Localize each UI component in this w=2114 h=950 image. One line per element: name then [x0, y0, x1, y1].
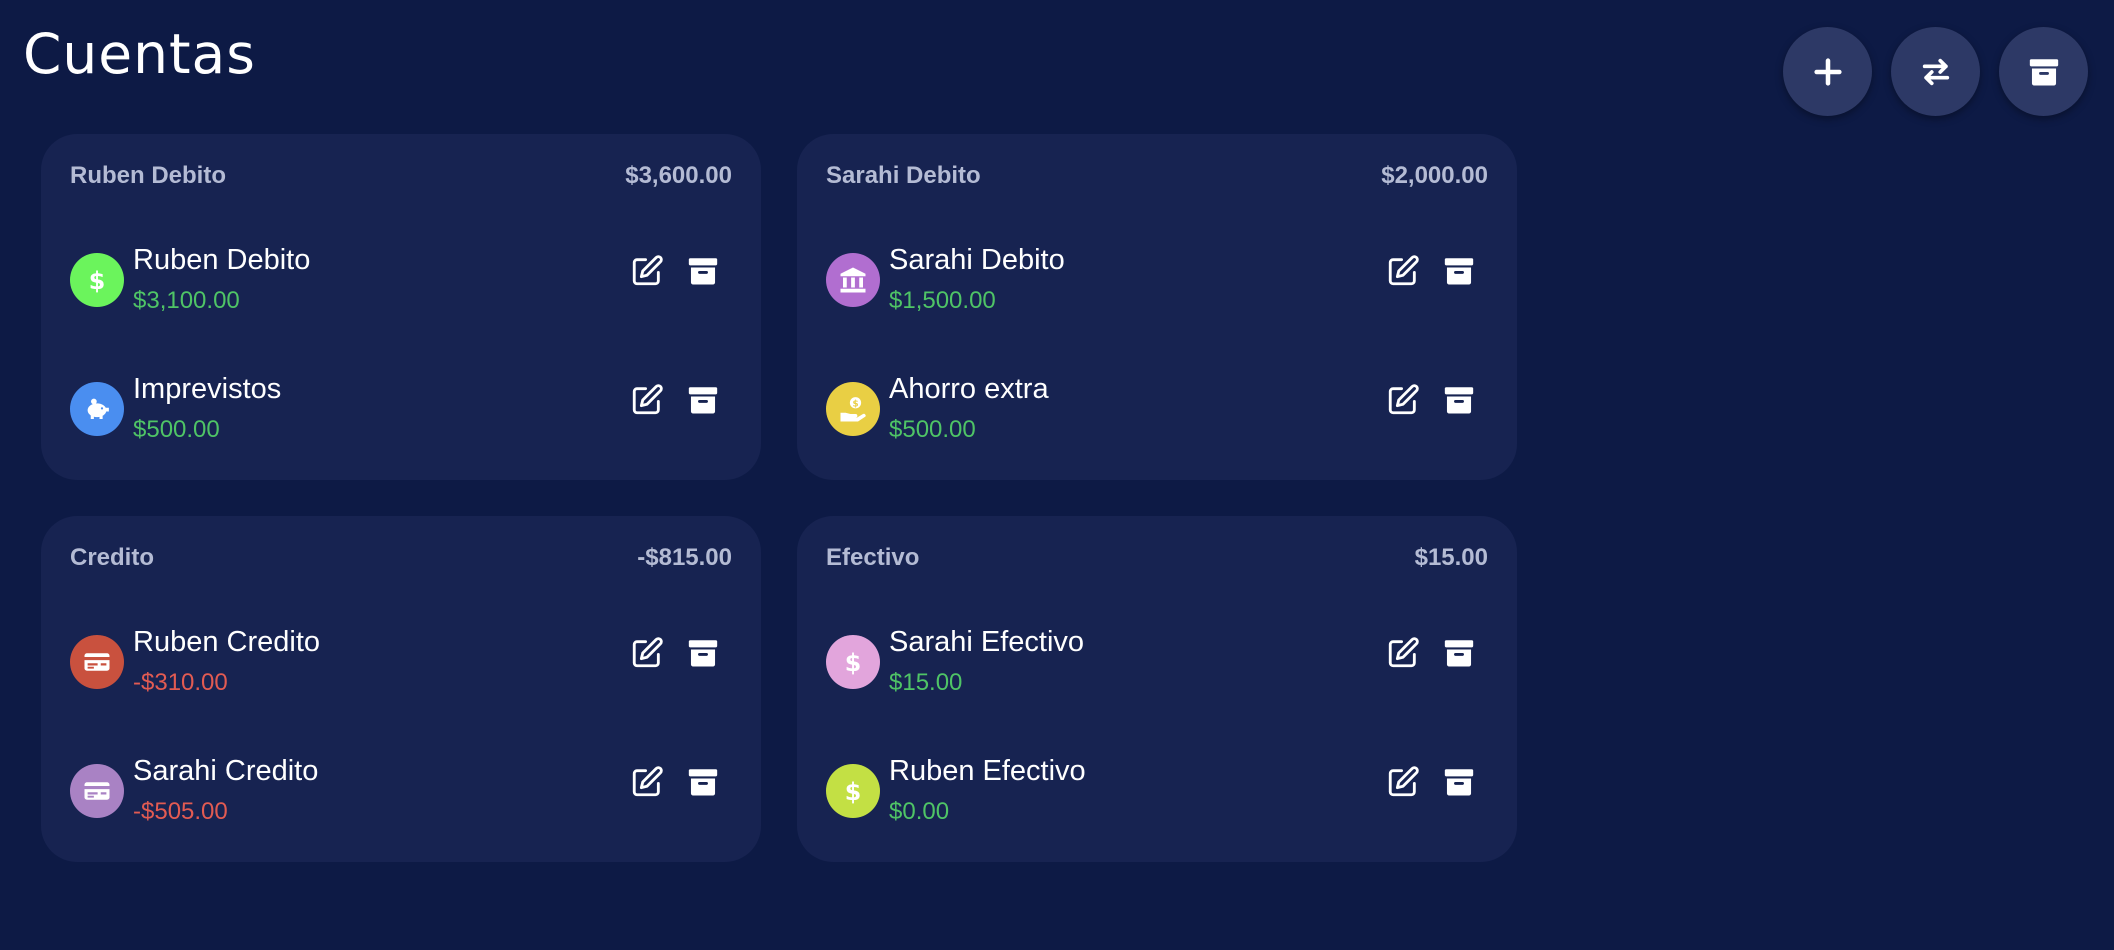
- dollar-icon: $: [70, 253, 124, 307]
- archive-account-button[interactable]: [1442, 636, 1476, 670]
- svg-text:$: $: [845, 778, 862, 806]
- edit-icon: [632, 384, 663, 415]
- toolbar: [1783, 27, 2088, 116]
- account-item: Sarahi Credito -$505.00: [70, 755, 732, 835]
- edit-account-button[interactable]: [630, 383, 664, 417]
- account-item: $ Ruben Debito $3,100.00: [70, 244, 732, 324]
- edit-account-button[interactable]: [1386, 383, 1420, 417]
- archive-icon: [1444, 640, 1474, 667]
- group-name: Ruben Debito: [70, 162, 226, 189]
- archive-account-button[interactable]: [1442, 383, 1476, 417]
- account-name: Ruben Credito: [133, 626, 320, 658]
- account-name: Ahorro extra: [889, 373, 1049, 405]
- group-total: $15.00: [1414, 544, 1488, 571]
- bank-icon: [826, 253, 880, 307]
- edit-account-button[interactable]: [1386, 636, 1420, 670]
- group-name: Credito: [70, 544, 154, 571]
- group-header: Efectivo $15.00: [826, 544, 1488, 572]
- group-name: Sarahi Debito: [826, 162, 981, 189]
- account-group-card: Ruben Debito $3,600.00 $ Ruben Debito $3…: [41, 134, 761, 480]
- archive-icon: [1444, 769, 1474, 796]
- hand-coin-icon: $: [826, 382, 880, 436]
- archive-account-button[interactable]: [686, 254, 720, 288]
- plus-icon: [1813, 57, 1842, 86]
- add-account-button[interactable]: [1783, 27, 1872, 116]
- transfer-button[interactable]: [1891, 27, 1980, 116]
- account-item: $ Ruben Efectivo $0.00: [826, 755, 1488, 835]
- edit-account-button[interactable]: [1386, 765, 1420, 799]
- edit-icon: [1388, 384, 1419, 415]
- account-name: Ruben Efectivo: [889, 755, 1086, 787]
- account-balance: $500.00: [133, 416, 220, 443]
- credit-card-icon: [70, 635, 124, 689]
- archive-account-button[interactable]: [686, 636, 720, 670]
- accounts-page: Cuentas Ruben Debito $3,600.00 $ Ruben D…: [0, 0, 2114, 950]
- dollar-icon: $: [826, 635, 880, 689]
- account-balance: $1,500.00: [889, 287, 996, 314]
- archive-account-button[interactable]: [1442, 254, 1476, 288]
- archive-icon: [688, 387, 718, 414]
- account-item: $ Sarahi Efectivo $15.00: [826, 626, 1488, 706]
- archive-account-button[interactable]: [1442, 765, 1476, 799]
- account-name: Sarahi Debito: [889, 244, 1065, 276]
- account-balance: $3,100.00: [133, 287, 240, 314]
- edit-account-button[interactable]: [630, 636, 664, 670]
- account-balance: -$310.00: [133, 669, 228, 696]
- account-item: $ Ahorro extra $500.00: [826, 373, 1488, 453]
- archive-icon: [1444, 387, 1474, 414]
- svg-text:$: $: [89, 267, 106, 295]
- account-group-card: Credito -$815.00 Ruben Credito -$310.00: [41, 516, 761, 862]
- account-item: Sarahi Debito $1,500.00: [826, 244, 1488, 324]
- account-item: Imprevistos $500.00: [70, 373, 732, 453]
- page-title: Cuentas: [23, 22, 256, 86]
- dollar-icon: $: [826, 764, 880, 818]
- group-header: Ruben Debito $3,600.00: [70, 162, 732, 190]
- group-header: Credito -$815.00: [70, 544, 732, 572]
- archive-icon: [1444, 258, 1474, 285]
- group-total: -$815.00: [637, 544, 732, 571]
- archive-account-button[interactable]: [686, 383, 720, 417]
- edit-icon: [632, 766, 663, 797]
- archive-account-button[interactable]: [686, 765, 720, 799]
- svg-text:$: $: [845, 649, 862, 677]
- account-item: Ruben Credito -$310.00: [70, 626, 732, 706]
- credit-card-icon: [70, 764, 124, 818]
- archived-button[interactable]: [1999, 27, 2088, 116]
- edit-account-button[interactable]: [630, 254, 664, 288]
- edit-icon: [1388, 637, 1419, 668]
- archive-icon: [688, 258, 718, 285]
- account-name: Sarahi Efectivo: [889, 626, 1085, 658]
- group-name: Efectivo: [826, 544, 920, 571]
- transfer-arrows-icon: [1922, 58, 1949, 85]
- edit-icon: [632, 255, 663, 286]
- account-balance: $0.00: [889, 798, 950, 825]
- archive-icon: [2029, 58, 2058, 85]
- edit-icon: [632, 637, 663, 668]
- account-group-card: Efectivo $15.00 $ Sarahi Efectivo $15.00: [797, 516, 1517, 862]
- svg-text:$: $: [852, 400, 858, 410]
- group-total: $3,600.00: [625, 162, 732, 189]
- account-group-card: Sarahi Debito $2,000.00 Sarahi Debito $1…: [797, 134, 1517, 480]
- account-name: Sarahi Credito: [133, 755, 319, 787]
- archive-icon: [688, 640, 718, 667]
- archive-icon: [688, 769, 718, 796]
- account-groups: Ruben Debito $3,600.00 $ Ruben Debito $3…: [41, 134, 1517, 862]
- account-name: Ruben Debito: [133, 244, 311, 276]
- edit-icon: [1388, 255, 1419, 286]
- account-name: Imprevistos: [133, 373, 282, 405]
- account-balance: $500.00: [889, 416, 976, 443]
- piggy-bank-icon: [70, 382, 124, 436]
- edit-icon: [1388, 766, 1419, 797]
- edit-account-button[interactable]: [1386, 254, 1420, 288]
- account-balance: $15.00: [889, 669, 963, 696]
- account-balance: -$505.00: [133, 798, 228, 825]
- edit-account-button[interactable]: [630, 765, 664, 799]
- group-header: Sarahi Debito $2,000.00: [826, 162, 1488, 190]
- group-total: $2,000.00: [1381, 162, 1488, 189]
